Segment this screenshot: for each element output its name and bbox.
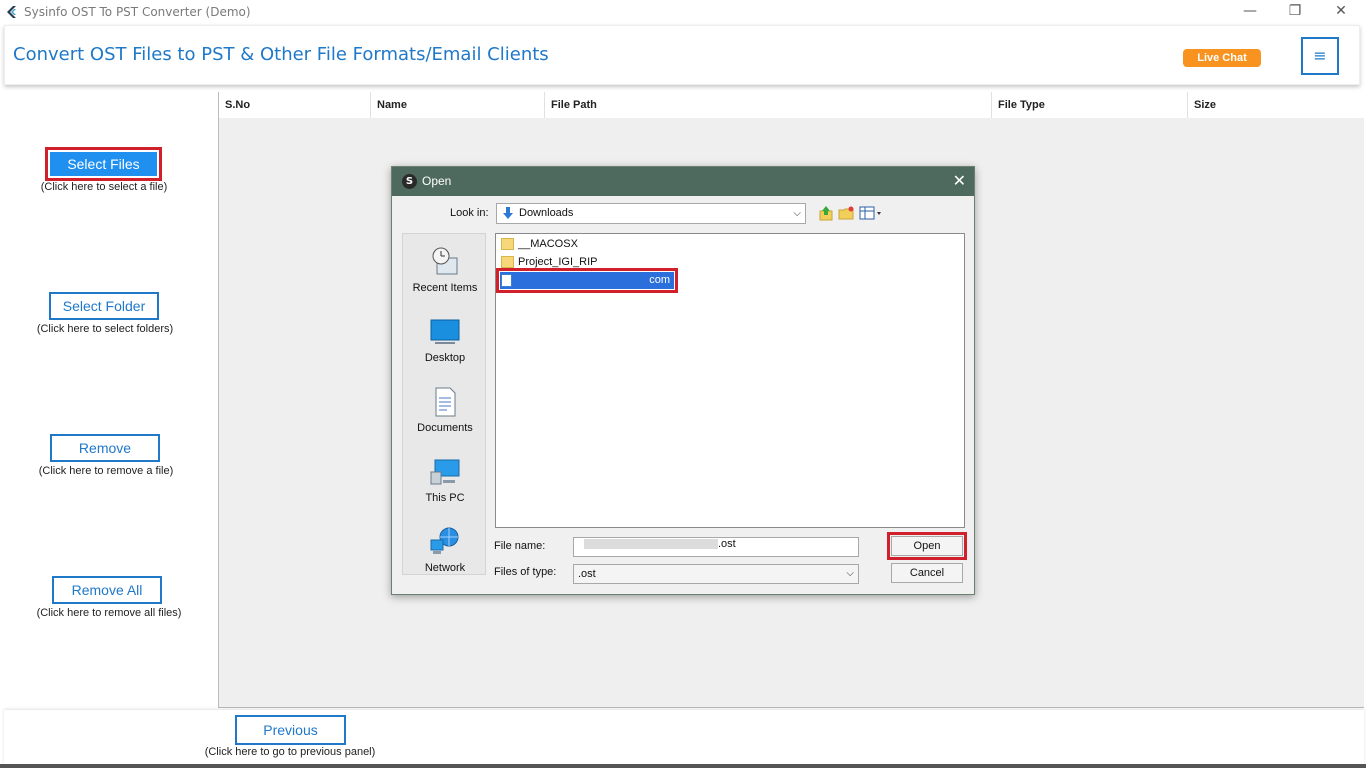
documents-icon	[435, 387, 456, 417]
view-menu-icon[interactable]	[859, 205, 883, 221]
minimize-button[interactable]: —	[1240, 3, 1260, 19]
close-window-button[interactable]: ✕	[1331, 3, 1351, 19]
place-this-pc[interactable]: This PC	[403, 456, 487, 516]
network-globe-icon	[430, 527, 459, 554]
file-name-value: .ost	[718, 538, 736, 550]
restore-button[interactable]: ❐	[1285, 3, 1305, 19]
select-folder-button[interactable]: Select Folder	[49, 292, 159, 320]
remove-hint: (Click here to remove a file)	[38, 465, 174, 477]
place-network[interactable]: Network	[403, 526, 487, 586]
look-in-label: Look in:	[450, 207, 489, 219]
downloads-arrow-icon	[503, 207, 513, 219]
column-header-sno[interactable]: S.No	[219, 92, 371, 118]
remove-all-button[interactable]: Remove All	[52, 576, 162, 604]
up-one-level-icon[interactable]	[818, 205, 834, 221]
place-label: Documents	[417, 422, 473, 434]
column-header-name[interactable]: Name	[371, 92, 545, 118]
desktop-icon	[430, 319, 460, 344]
remove-all-hint: (Click here to remove all files)	[36, 607, 182, 619]
files-of-type-label: Files of type:	[494, 566, 557, 578]
dialog-titlebar: S Open ✕	[392, 167, 974, 196]
folder-icon	[501, 238, 514, 250]
ost-file-icon	[501, 274, 512, 287]
place-label: Network	[424, 562, 466, 574]
previous-hint: (Click here to go to previous panel)	[204, 746, 376, 758]
select-folder-hint: (Click here to select folders)	[36, 323, 174, 335]
window-titlebar: Sysinfo OST To PST Converter (Demo) — ❐ …	[0, 0, 1366, 24]
place-label: Recent Items	[412, 282, 478, 294]
place-label: Desktop	[424, 352, 466, 364]
new-folder-icon[interactable]	[838, 205, 854, 221]
file-name-field[interactable]: .ost	[573, 537, 859, 557]
look-in-dropdown[interactable]: Downloads ⌵	[496, 203, 806, 224]
chevron-down-icon: ⌵	[793, 208, 801, 219]
dialog-app-icon: S	[402, 174, 417, 189]
place-desktop[interactable]: Desktop	[403, 316, 487, 376]
recent-items-icon	[432, 247, 458, 275]
menu-button[interactable]: ≡	[1301, 37, 1339, 75]
table-header: S.No Name File Path File Type Size	[219, 92, 1365, 118]
files-of-type-value: .ost	[578, 568, 596, 580]
column-header-file-type[interactable]: File Type	[992, 92, 1188, 118]
live-chat-button[interactable]: Live Chat	[1183, 49, 1261, 67]
cancel-button[interactable]: Cancel	[891, 563, 963, 583]
file-list-item-name: __MACOSX	[518, 238, 578, 250]
places-bar: Recent Items Desktop Documents This PC N…	[402, 233, 486, 575]
look-in-value: Downloads	[519, 207, 574, 219]
page-title: Convert OST Files to PST & Other File Fo…	[13, 44, 549, 65]
list-item[interactable]: Project_IGI_RIP	[500, 254, 630, 271]
app-header: Convert OST Files to PST & Other File Fo…	[4, 25, 1360, 85]
place-recent-items[interactable]: Recent Items	[403, 246, 487, 306]
place-documents[interactable]: Documents	[403, 386, 487, 446]
open-file-dialog: S Open ✕ Look in: Downloads ⌵ Recent Ite…	[391, 166, 975, 595]
list-item[interactable]: __MACOSX	[500, 236, 620, 253]
left-action-panel: Select Files (Click here to select a fil…	[0, 92, 218, 708]
file-list-view: __MACOSX Project_IGI_RIP com	[495, 233, 965, 528]
open-button[interactable]: Open	[887, 532, 967, 560]
dialog-close-button[interactable]: ✕	[953, 171, 966, 190]
file-name-label: File name:	[494, 540, 546, 552]
footer-panel: Previous (Click here to go to previous p…	[4, 710, 1364, 766]
remove-button[interactable]: Remove	[50, 434, 160, 462]
computer-icon	[430, 459, 460, 485]
chevron-down-icon: ⌵	[846, 568, 854, 579]
column-header-file-path[interactable]: File Path	[545, 92, 992, 118]
previous-button[interactable]: Previous	[235, 715, 346, 745]
selected-file-item[interactable]: com	[496, 268, 678, 293]
app-logo-icon	[7, 6, 16, 18]
column-header-size[interactable]: Size	[1188, 92, 1365, 118]
redacted-text	[584, 539, 718, 550]
bottom-divider	[0, 764, 1366, 768]
folder-icon	[501, 256, 514, 268]
hamburger-menu-icon: ≡	[1313, 46, 1327, 65]
place-label: This PC	[425, 492, 465, 504]
selected-file-name: com	[649, 274, 670, 286]
window-title: Sysinfo OST To PST Converter (Demo)	[24, 5, 251, 19]
select-files-button[interactable]: Select Files	[45, 147, 162, 181]
dialog-title: Open	[422, 174, 452, 188]
select-files-hint: (Click here to select a file)	[40, 181, 168, 193]
file-list-item-name: Project_IGI_RIP	[518, 256, 598, 268]
files-of-type-dropdown[interactable]: .ost ⌵	[573, 564, 859, 584]
